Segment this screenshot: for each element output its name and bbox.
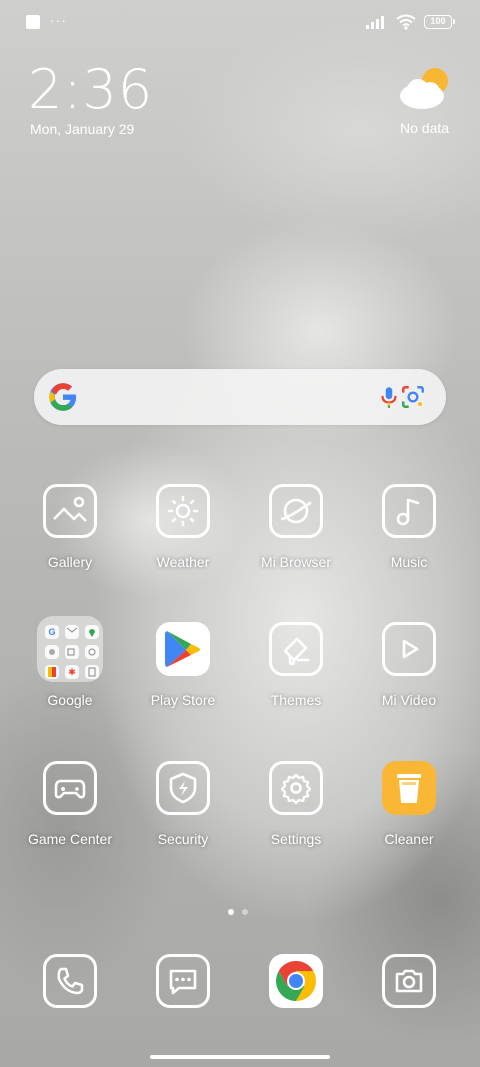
app-play-store[interactable]: Play Store: [127, 622, 239, 708]
weather-status-text[interactable]: No data: [400, 120, 449, 136]
camera-icon: [382, 954, 436, 1008]
partly-cloudy-icon[interactable]: [398, 66, 454, 112]
app-label: Security: [157, 831, 209, 847]
dock-messages[interactable]: [127, 954, 239, 1008]
app-music[interactable]: Music: [353, 484, 465, 570]
app-game-center[interactable]: Game Center: [14, 761, 126, 847]
asterisk-mini-icon: ✱: [65, 665, 79, 679]
gear-icon: [269, 761, 323, 815]
app-label: Mi Browser: [260, 554, 331, 570]
drive-mini-icon: [45, 645, 59, 659]
clock-time[interactable]: 2:36: [28, 60, 153, 120]
clock-date[interactable]: Mon, January 29: [30, 121, 134, 137]
dock-chrome[interactable]: [240, 954, 352, 1008]
status-bar: ··· 100: [0, 0, 480, 44]
status-bar-left: ···: [26, 12, 67, 29]
themes-brush-icon: [269, 622, 323, 676]
photos-mini-icon: [85, 645, 99, 659]
battery-icon: 100: [424, 15, 455, 29]
gallery-icon: [43, 484, 97, 538]
app-weather[interactable]: Weather: [127, 484, 239, 570]
app-label: Gallery: [47, 554, 93, 570]
folder-google[interactable]: G ✱ Google: [14, 616, 126, 708]
files-mini-icon: [45, 665, 59, 679]
play-video-icon: [382, 622, 436, 676]
home-gesture-bar[interactable]: [150, 1055, 330, 1059]
wifi-icon: [396, 14, 416, 30]
app-label: Weather: [156, 554, 210, 570]
browser-planet-icon: [269, 484, 323, 538]
google-lens-icon[interactable]: [400, 384, 426, 410]
phone-icon: [43, 954, 97, 1008]
app-label: Themes: [270, 692, 322, 708]
chrome-icon: [269, 954, 323, 1008]
app-label: Mi Video: [381, 692, 437, 708]
app-gallery[interactable]: Gallery: [14, 484, 126, 570]
google-folder-icon: G ✱: [37, 616, 103, 682]
app-label: Music: [390, 554, 428, 570]
google-mini-icon: G: [45, 625, 59, 639]
app-label: Game Center: [27, 831, 113, 847]
trash-cleaner-icon: [382, 761, 436, 815]
meet-mini-icon: [65, 645, 79, 659]
status-bar-right: 100: [366, 14, 455, 30]
app-label: Settings: [270, 831, 322, 847]
signal-icon: [366, 16, 384, 29]
more-dots-icon: ···: [50, 12, 67, 28]
mic-icon[interactable]: [376, 384, 402, 410]
page-dot-inactive: [242, 909, 248, 915]
dock-camera[interactable]: [353, 954, 465, 1008]
page-dot-active: [228, 909, 234, 915]
notification-square-icon: [26, 15, 40, 29]
gamepad-icon: [43, 761, 97, 815]
app-mi-video[interactable]: Mi Video: [353, 622, 465, 708]
app-label: Cleaner: [384, 831, 434, 847]
google-g-logo: [49, 383, 77, 411]
app-security[interactable]: Security: [127, 761, 239, 847]
maps-mini-icon: [85, 625, 99, 639]
gmail-mini-icon: [65, 625, 79, 639]
app-label: Google: [47, 692, 93, 708]
play-store-icon: [156, 622, 210, 676]
app-themes[interactable]: Themes: [240, 622, 352, 708]
keep-mini-icon: [85, 665, 99, 679]
shield-bolt-icon: [156, 761, 210, 815]
music-note-icon: [382, 484, 436, 538]
dock-phone[interactable]: [14, 954, 126, 1008]
page-indicator[interactable]: [228, 909, 248, 915]
weather-sun-icon: [156, 484, 210, 538]
app-label: Play Store: [150, 692, 216, 708]
messages-icon: [156, 954, 210, 1008]
app-cleaner[interactable]: Cleaner: [353, 761, 465, 847]
app-mi-browser[interactable]: Mi Browser: [240, 484, 352, 570]
google-search-bar[interactable]: [34, 369, 446, 425]
app-settings[interactable]: Settings: [240, 761, 352, 847]
